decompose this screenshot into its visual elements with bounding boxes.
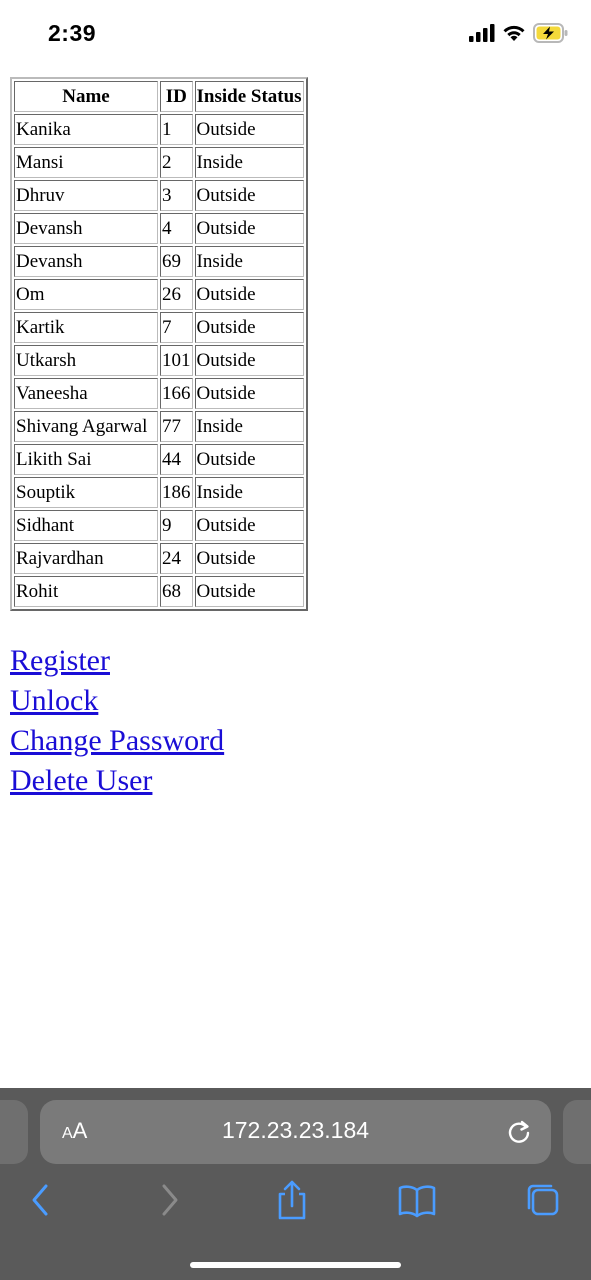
cell-id: 7 (160, 312, 193, 343)
table-row: Likith Sai 44 Outside (14, 444, 304, 475)
cell-inside-status: Outside (194, 279, 304, 310)
cell-inside-status: Outside (194, 213, 304, 244)
table-row: Rajvardhan 24 Outside (14, 543, 304, 574)
status-table: Name ID Inside Status Kanika 1 Outside Mans… (10, 77, 308, 611)
cell-id: 101 (160, 345, 193, 376)
cell-name: Vaneesha (14, 378, 158, 409)
clock: 2:39 (48, 20, 97, 46)
cell-inside-status: Outside (194, 510, 304, 541)
address-bar[interactable]: AA 172.23.23.184 (40, 1100, 551, 1164)
cell-name: Likith Sai (14, 444, 158, 475)
table-row: Shivang Agarwal 77 Inside (14, 411, 304, 442)
cell-id: 24 (160, 543, 193, 574)
cell-inside-status: Outside (194, 114, 304, 145)
bookmarks-icon[interactable] (395, 1178, 439, 1222)
delete-user-link[interactable]: Delete User (10, 761, 152, 801)
cell-name: Om (14, 279, 158, 310)
change-password-link[interactable]: Change Password (10, 721, 224, 761)
cell-name: Devansh (14, 246, 158, 277)
cell-name: Dhruv (14, 180, 158, 211)
status-icons (469, 23, 569, 43)
reload-icon[interactable] (505, 1118, 533, 1146)
register-link[interactable]: Register (10, 641, 110, 681)
table-body: Kanika 1 Outside Mansi 2 Inside Dhruv 3 Outside D… (14, 114, 304, 607)
cell-id: 77 (160, 411, 193, 442)
links-section: Register Unlock Change Password Delete User (10, 641, 308, 801)
cell-inside-status: Outside (194, 180, 304, 211)
unlock-link[interactable]: Unlock (10, 681, 98, 721)
cell-id: 3 (160, 180, 193, 211)
cell-id: 166 (160, 378, 193, 409)
browser-bottom-bar: AA 172.23.23.184 (0, 1088, 591, 1280)
cell-name: Sidhant (14, 510, 158, 541)
header-inside-status: Inside Status (194, 81, 304, 112)
cell-id: 4 (160, 213, 193, 244)
share-icon[interactable] (270, 1178, 314, 1222)
cell-inside-status: Outside (194, 444, 304, 475)
cell-id: 44 (160, 444, 193, 475)
wifi-icon (503, 25, 525, 41)
back-icon[interactable] (19, 1178, 63, 1222)
cell-inside-status: Inside (194, 246, 304, 277)
cell-id: 9 (160, 510, 193, 541)
cell-inside-status: Outside (194, 345, 304, 376)
home-indicator[interactable] (190, 1262, 401, 1268)
cell-inside-status: Outside (194, 378, 304, 409)
cell-inside-status: Outside (194, 543, 304, 574)
table-row: Devansh 4 Outside (14, 213, 304, 244)
cell-inside-status: Inside (194, 411, 304, 442)
cell-name: Souptik (14, 477, 158, 508)
table-row: Om 26 Outside (14, 279, 304, 310)
cell-name: Kartik (14, 312, 158, 343)
cell-name: Devansh (14, 213, 158, 244)
battery-charging-icon (533, 23, 568, 43)
cell-id: 186 (160, 477, 193, 508)
header-id: ID (160, 81, 193, 112)
cell-id: 2 (160, 147, 193, 178)
status-bar: 2:39 (0, 0, 591, 70)
cell-name: Kanika (14, 114, 158, 145)
cell-name: Shivang Agarwal (14, 411, 158, 442)
cell-inside-status: Inside (194, 147, 304, 178)
next-tab-preview[interactable] (563, 1100, 591, 1164)
table-row: Utkarsh 101 Outside (14, 345, 304, 376)
cell-inside-status: Inside (194, 477, 304, 508)
cell-inside-status: Outside (194, 312, 304, 343)
cell-id: 26 (160, 279, 193, 310)
table-row: Mansi 2 Inside (14, 147, 304, 178)
tabs-icon[interactable] (521, 1178, 565, 1222)
table-header-row: Name ID Inside Status (14, 81, 304, 112)
table-row: Souptik 186 Inside (14, 477, 304, 508)
cellular-signal-icon (469, 24, 495, 42)
table-row: Sidhant 9 Outside (14, 510, 304, 541)
page-content: Name ID Inside Status Kanika 1 Outside Mans… (10, 77, 308, 801)
cell-name: Utkarsh (14, 345, 158, 376)
cell-name: Rohit (14, 576, 158, 607)
cell-inside-status: Outside (194, 576, 304, 607)
table-row: Devansh 69 Inside (14, 246, 304, 277)
table-row: Kanika 1 Outside (14, 114, 304, 145)
url-text[interactable]: 172.23.23.184 (40, 1117, 551, 1144)
cell-name: Mansi (14, 147, 158, 178)
cell-id: 1 (160, 114, 193, 145)
table-row: Dhruv 3 Outside (14, 180, 304, 211)
forward-icon[interactable] (147, 1178, 191, 1222)
header-name: Name (14, 81, 158, 112)
previous-tab-preview[interactable] (0, 1100, 28, 1164)
cell-name: Rajvardhan (14, 543, 158, 574)
cell-id: 68 (160, 576, 193, 607)
cell-id: 69 (160, 246, 193, 277)
browser-toolbar (0, 1178, 591, 1222)
table-row: Vaneesha 166 Outside (14, 378, 304, 409)
table-row: Kartik 7 Outside (14, 312, 304, 343)
table-row: Rohit 68 Outside (14, 576, 304, 607)
